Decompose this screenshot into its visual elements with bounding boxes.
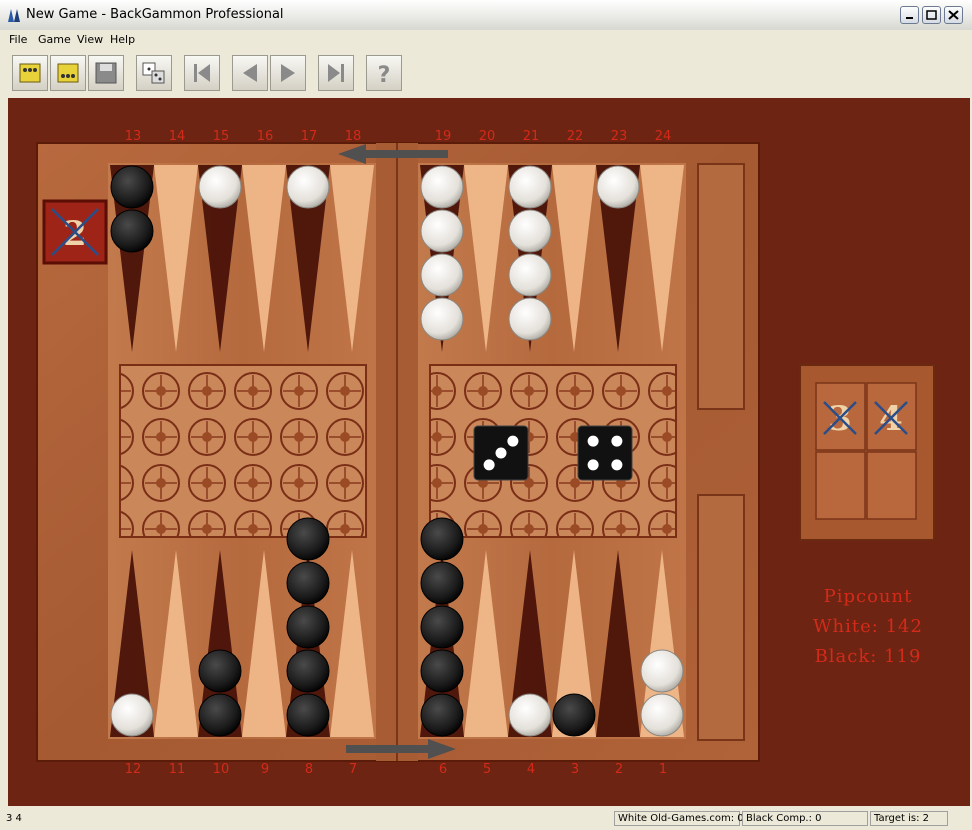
menu-game[interactable]: Game (38, 33, 71, 46)
point-number-17: 17 (300, 129, 318, 144)
close-icon (948, 10, 959, 20)
help-button[interactable]: ? (366, 55, 402, 91)
point-number-20: 20 (478, 129, 496, 144)
toolbar: ? (4, 52, 410, 96)
point-number-1: 1 (658, 762, 668, 777)
new-game-black-button[interactable] (50, 55, 86, 91)
point-number-12: 12 (124, 762, 142, 777)
status-black-score: Black Comp.: 0 (742, 811, 868, 826)
new-game-icon (19, 63, 41, 83)
point-number-24: 24 (654, 129, 672, 144)
point-number-5: 5 (482, 762, 492, 777)
arrow-right-icon (281, 64, 295, 82)
title-bar: New Game - BackGammon Professional (0, 0, 972, 31)
minimize-icon (906, 17, 913, 19)
status-target: Target is: 2 (870, 811, 948, 826)
window-title: New Game - BackGammon Professional (26, 7, 284, 22)
point-number-11: 11 (168, 762, 186, 777)
game-area (8, 98, 970, 806)
dice-icon (142, 62, 165, 84)
point-number-8: 8 (304, 762, 314, 777)
point-number-10: 10 (212, 762, 230, 777)
first-move-button[interactable] (184, 55, 220, 91)
point-number-9: 9 (260, 762, 270, 777)
new-game-icon (57, 63, 79, 83)
menu-help[interactable]: Help (110, 33, 135, 46)
pipcount-white: White: 142 (813, 616, 923, 637)
point-number-19: 19 (434, 129, 452, 144)
point-number-4: 4 (526, 762, 536, 777)
maximize-icon (926, 10, 937, 20)
point-number-18: 18 (344, 129, 362, 144)
point-number-23: 23 (610, 129, 628, 144)
status-white-score: White Old-Games.com: 0 (614, 811, 744, 826)
menu-file[interactable]: File (9, 33, 27, 46)
point-number-6: 6 (438, 762, 448, 777)
arrow-left-icon (243, 64, 257, 82)
last-move-button[interactable] (318, 55, 354, 91)
previous-move-button[interactable] (232, 55, 268, 91)
menu-view[interactable]: View (77, 33, 103, 46)
maximize-button[interactable] (922, 6, 941, 24)
floppy-disk-icon (95, 62, 117, 84)
app-window: New Game - BackGammon Professional File … (0, 0, 972, 830)
status-bar: 3 4 White Old-Games.com: 0 Black Comp.: … (0, 808, 972, 830)
pipcount-panel: Pipcount White: 142 Black: 119 (790, 586, 946, 676)
pipcount-title: Pipcount (823, 586, 913, 607)
point-number-2: 2 (614, 762, 624, 777)
save-button[interactable] (88, 55, 124, 91)
svg-text:?: ? (378, 63, 391, 88)
point-number-22: 22 (566, 129, 584, 144)
skip-last-icon (328, 64, 344, 82)
point-number-15: 15 (212, 129, 230, 144)
point-number-16: 16 (256, 129, 274, 144)
pipcount-black: Black: 119 (814, 646, 922, 667)
point-number-7: 7 (348, 762, 358, 777)
status-dice: 3 4 (6, 813, 22, 824)
minimize-button[interactable] (900, 6, 919, 24)
skip-first-icon (194, 64, 210, 82)
new-game-white-button[interactable] (12, 55, 48, 91)
question-icon: ? (378, 63, 391, 88)
menu-bar: File Game View Help (0, 30, 972, 50)
point-number-3: 3 (570, 762, 580, 777)
point-number-21: 21 (522, 129, 540, 144)
backgammon-app-icon (8, 9, 20, 22)
point-number-13: 13 (124, 129, 142, 144)
point-number-14: 14 (168, 129, 186, 144)
close-button[interactable] (944, 6, 963, 24)
next-move-button[interactable] (270, 55, 306, 91)
roll-dice-button[interactable] (136, 55, 172, 91)
